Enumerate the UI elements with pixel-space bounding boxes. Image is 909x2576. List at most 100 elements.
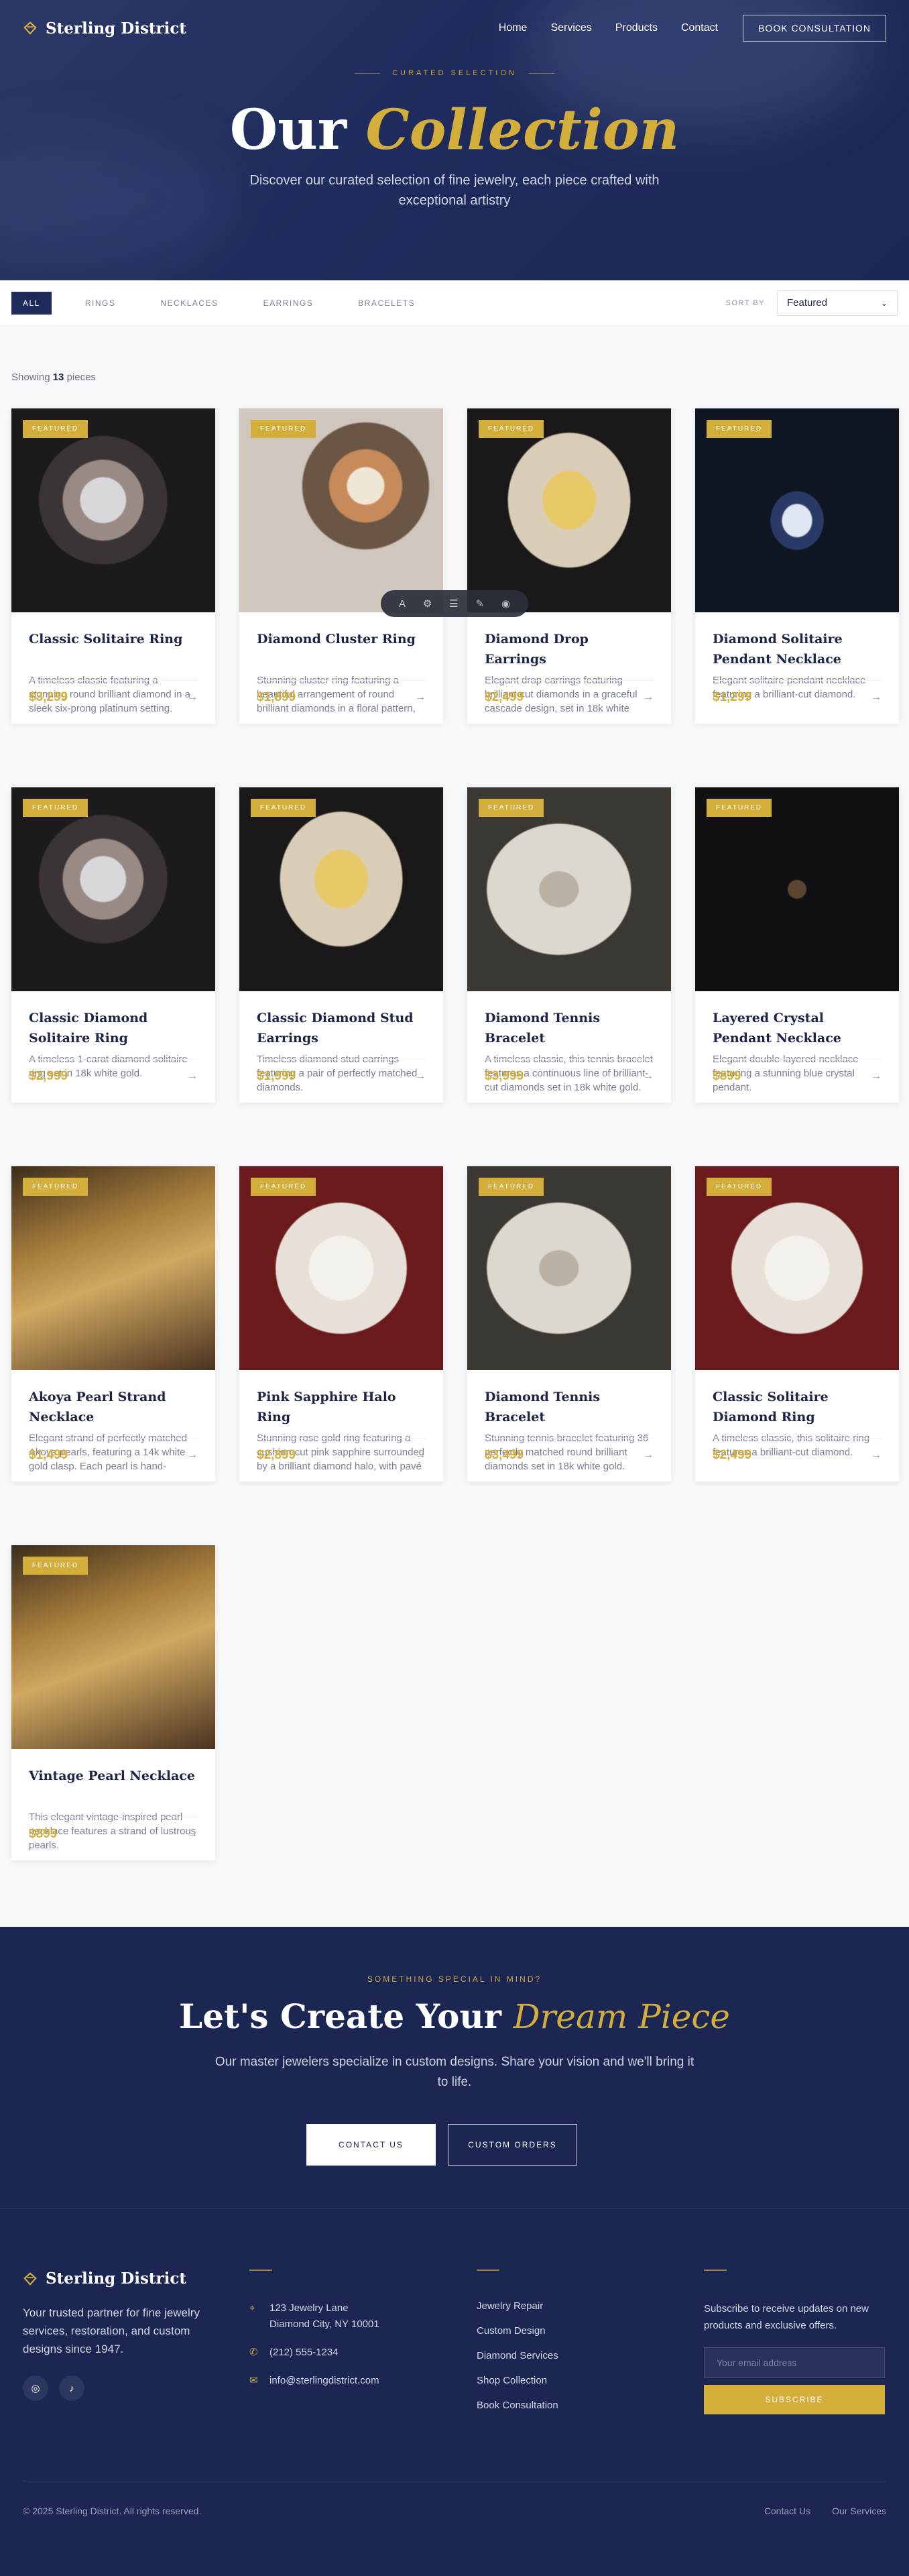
- product-image[interactable]: FEATURED: [11, 408, 215, 612]
- product-image[interactable]: FEATURED: [239, 408, 443, 612]
- featured-badge: FEATURED: [251, 799, 316, 817]
- product-name[interactable]: Diamond Solitaire Pendant Necklace: [713, 629, 882, 669]
- footer-link-shop-collection[interactable]: Shop Collection: [477, 2375, 558, 2386]
- footer-address: ⌖ 123 Jewelry Lane Diamond City, NY 10001: [249, 2300, 379, 2333]
- footer-link-book-consultation[interactable]: Book Consultation: [477, 2400, 558, 2411]
- hero: Sterling District Home Services Products…: [0, 0, 909, 280]
- arrow-right-icon[interactable]: →: [643, 1449, 654, 1461]
- nav-link-services[interactable]: Services: [550, 22, 591, 34]
- product-name[interactable]: Diamond Cluster Ring: [257, 629, 426, 669]
- arrow-right-icon[interactable]: →: [187, 1449, 198, 1461]
- custom-orders-button[interactable]: CUSTOM ORDERS: [448, 2124, 577, 2166]
- product-card[interactable]: FEATURED Diamond Tennis Bracelet A timeles…: [467, 787, 671, 1103]
- product-card[interactable]: FEATURED Akoya Pearl Strand Necklace Elega…: [11, 1166, 215, 1481]
- filter-necklaces[interactable]: NECKLACES: [149, 292, 229, 315]
- product-price: $2,499: [713, 1448, 752, 1462]
- newsletter-email-input[interactable]: Your email address: [704, 2347, 885, 2378]
- product-name[interactable]: Diamond Tennis Bracelet: [485, 1008, 654, 1048]
- product-image[interactable]: FEATURED: [467, 408, 671, 612]
- product-name[interactable]: Akoya Pearl Strand Necklace: [29, 1387, 198, 1427]
- book-consultation-button[interactable]: BOOK CONSULTATION: [743, 15, 886, 42]
- product-card[interactable]: FEATURED Classic Diamond Stud Earrings Tim…: [239, 787, 443, 1103]
- product-name[interactable]: Classic Diamond Solitaire Ring: [29, 1008, 198, 1048]
- record-icon[interactable]: ◉: [501, 598, 510, 610]
- arrow-right-icon[interactable]: →: [643, 1070, 654, 1082]
- footer-email[interactable]: ✉ info@sterlingdistrict.com: [249, 2373, 379, 2389]
- logo[interactable]: Sterling District: [23, 19, 186, 38]
- product-image[interactable]: FEATURED: [11, 1166, 215, 1370]
- product-card[interactable]: FEATURED Classic Diamond Solitaire Ring A …: [11, 787, 215, 1103]
- arrow-right-icon[interactable]: →: [187, 1828, 198, 1840]
- product-image[interactable]: FEATURED: [11, 787, 215, 991]
- product-card[interactable]: FEATURED Classic Solitaire Diamond Ring A …: [695, 1166, 899, 1481]
- product-card[interactable]: FEATURED Vintage Pearl Necklace This elega…: [11, 1545, 215, 1860]
- arrow-right-icon[interactable]: →: [415, 691, 426, 704]
- filter-earrings[interactable]: EARRINGS: [252, 292, 325, 315]
- instagram-icon[interactable]: ◎: [23, 2375, 48, 2401]
- filter-all[interactable]: ALL: [11, 291, 52, 315]
- footer-logo[interactable]: Sterling District: [23, 2270, 217, 2288]
- results-prefix: Showing: [11, 372, 50, 383]
- list-icon[interactable]: ☰: [449, 598, 458, 610]
- footer-bottom-services-link[interactable]: Our Services: [832, 2506, 886, 2516]
- product-image[interactable]: FEATURED: [239, 787, 443, 991]
- product-name[interactable]: Classic Solitaire Ring: [29, 629, 198, 669]
- product-name[interactable]: Vintage Pearl Necklace: [29, 1766, 198, 1806]
- nav-link-contact[interactable]: Contact: [681, 22, 718, 34]
- footer-link-diamond-services[interactable]: Diamond Services: [477, 2350, 558, 2361]
- arrow-right-icon[interactable]: →: [187, 691, 198, 704]
- arrow-right-icon[interactable]: →: [871, 691, 882, 704]
- product-name[interactable]: Layered Crystal Pendant Necklace: [713, 1008, 882, 1048]
- arrow-right-icon[interactable]: →: [871, 1449, 882, 1461]
- arrow-right-icon[interactable]: →: [187, 1070, 198, 1082]
- cta-text: Our master jewelers specialize in custom…: [215, 2055, 694, 2089]
- product-name[interactable]: Diamond Drop Earrings: [485, 629, 654, 669]
- floating-toolbar[interactable]: A ⚙ ☰ ✎ ◉: [381, 590, 528, 617]
- product-name[interactable]: Classic Diamond Stud Earrings: [257, 1008, 426, 1048]
- diamond-logo-icon: [23, 21, 37, 35]
- product-image[interactable]: FEATURED: [695, 787, 899, 991]
- filter-rings[interactable]: RINGS: [74, 292, 127, 315]
- subscribe-button[interactable]: SUBSCRIBE: [704, 2385, 885, 2414]
- footer-phone[interactable]: ✆ (212) 555-1234: [249, 2345, 379, 2361]
- product-image[interactable]: FEATURED: [695, 408, 899, 612]
- footer-link-custom-design[interactable]: Custom Design: [477, 2325, 558, 2337]
- filter-bracelets[interactable]: BRACELETS: [347, 292, 426, 315]
- text-tool-icon[interactable]: A: [399, 598, 406, 610]
- arrow-right-icon[interactable]: →: [415, 1449, 426, 1461]
- product-card[interactable]: FEATURED Diamond Tennis Bracelet Stunning …: [467, 1166, 671, 1481]
- cta-title-accent: Dream Piece: [513, 1997, 730, 2036]
- arrow-right-icon[interactable]: →: [643, 691, 654, 704]
- footer-link-jewelry-repair[interactable]: Jewelry Repair: [477, 2300, 558, 2312]
- tiktok-icon[interactable]: ♪: [59, 2375, 84, 2401]
- arrow-right-icon[interactable]: →: [415, 1070, 426, 1082]
- arrow-right-icon[interactable]: →: [871, 1070, 882, 1082]
- product-image[interactable]: FEATURED: [11, 1545, 215, 1749]
- sort-select[interactable]: Featured ⌄: [777, 290, 898, 316]
- footer-brand-name: Sterling District: [46, 2270, 187, 2288]
- footer-bottom-contact-link[interactable]: Contact Us: [764, 2506, 810, 2516]
- nav-links: Home Services Products Contact BOOK CONS…: [499, 15, 886, 42]
- nav-link-home[interactable]: Home: [499, 22, 528, 34]
- edit-icon[interactable]: ✎: [475, 598, 484, 610]
- product-image[interactable]: FEATURED: [695, 1166, 899, 1370]
- product-card[interactable]: FEATURED Diamond Solitaire Pendant Neckla…: [695, 408, 899, 724]
- featured-badge: FEATURED: [707, 799, 772, 817]
- product-card[interactable]: FEATURED Diamond Drop Earrings Elegant dro…: [467, 408, 671, 724]
- product-price: $2,899: [257, 1448, 296, 1462]
- product-card[interactable]: FEATURED Pink Sapphire Halo Ring Stunning …: [239, 1166, 443, 1481]
- contact-us-button[interactable]: CONTACT US: [306, 2124, 436, 2166]
- product-image[interactable]: FEATURED: [467, 787, 671, 991]
- settings-icon[interactable]: ⚙: [423, 598, 432, 610]
- product-card[interactable]: FEATURED Layered Crystal Pendant Necklace…: [695, 787, 899, 1103]
- product-image[interactable]: FEATURED: [239, 1166, 443, 1370]
- product-name[interactable]: Pink Sapphire Halo Ring: [257, 1387, 426, 1427]
- featured-badge: FEATURED: [707, 1178, 772, 1196]
- product-card[interactable]: FEATURED Diamond Cluster Ring Stunning clu…: [239, 408, 443, 724]
- product-card[interactable]: FEATURED Classic Solitaire Ring A timeless…: [11, 408, 215, 724]
- nav-link-products[interactable]: Products: [615, 22, 658, 34]
- product-name[interactable]: Classic Solitaire Diamond Ring: [713, 1387, 882, 1427]
- product-name[interactable]: Diamond Tennis Bracelet: [485, 1387, 654, 1427]
- sort-label: SORT BY: [725, 298, 765, 307]
- product-image[interactable]: FEATURED: [467, 1166, 671, 1370]
